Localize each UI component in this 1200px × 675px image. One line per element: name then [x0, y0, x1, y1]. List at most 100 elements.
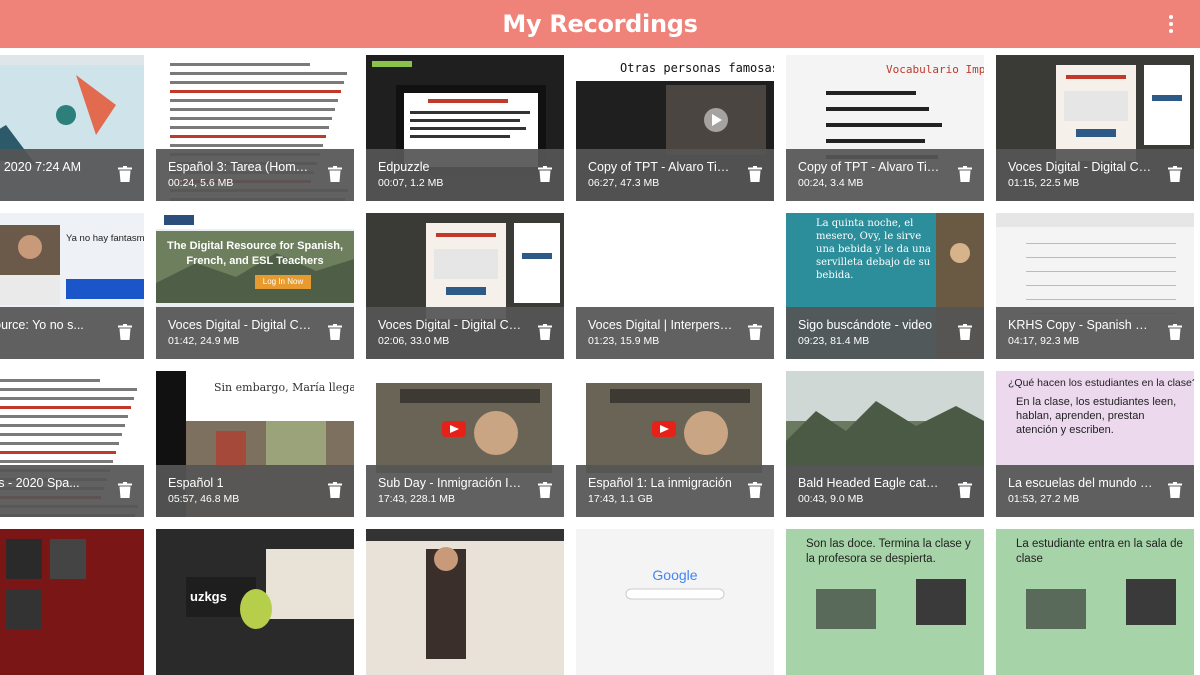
recording-info-bar: Voces Digital - Digital Curricu... 01:15,… — [996, 149, 1194, 201]
recording-card[interactable]: Ya no hay fantasmas en mi l - Resource: Y… — [0, 213, 144, 359]
recording-meta: 05:57, 46.8 MB — [168, 493, 240, 505]
trash-icon[interactable] — [748, 166, 762, 182]
recording-card[interactable]: Otras personas famosas Copy of TPT - Alva… — [576, 55, 774, 201]
recording-thumbnail: Son las doce. Termina la clase y la prof… — [786, 529, 984, 675]
trash-icon[interactable] — [958, 324, 972, 340]
recording-card[interactable]: La estudiante entra en la sala de clase — [996, 529, 1194, 675]
recording-card[interactable]: La quinta noche, el mesero, Ovy, le sirv… — [786, 213, 984, 359]
recording-info-bar: Copy of TPT - Alvaro Tiene ... 06:27, 47.… — [576, 149, 774, 201]
recording-meta: 00:07, 1.2 MB — [378, 177, 444, 189]
thumbnail-text: En la clase, los estudiantes leen, habla… — [1016, 396, 1177, 436]
recording-card[interactable]: Sin embargo, María llega al restaurante E… — [156, 371, 354, 517]
trash-icon[interactable] — [538, 482, 552, 498]
recording-card[interactable]: Edpuzzle 00:07, 1.2 MB — [366, 55, 564, 201]
recording-info-bar: Sub Day - Inmigración ICE E... 17:43, 228… — [366, 465, 564, 517]
thumbnail-text: Log In Now — [255, 275, 311, 289]
trash-icon[interactable] — [1168, 482, 1182, 498]
recording-meta: 00:43, 9.0 MB — [798, 493, 864, 505]
recording-title: Mar 14, 2020 7:24 AM — [0, 160, 81, 174]
recording-title: Voces Digital - Digital Curricu... — [168, 318, 314, 332]
thumbnail-text: La quinta noche, el mesero, Ovy, le sirv… — [816, 218, 931, 281]
trash-icon[interactable] — [328, 166, 342, 182]
recording-card[interactable]: Español 3: Tarea (Homework) 00:24, 5.6 MB — [156, 55, 354, 201]
recording-card[interactable]: Voces Digital | Interpersonal ... 01:23, … — [576, 213, 774, 359]
recording-title: Voces Digital - Digital Curricu... — [378, 318, 524, 332]
trash-icon[interactable] — [538, 324, 552, 340]
recording-title: Copy of TPT - Alvaro Tiene ... — [798, 160, 944, 174]
recordings-grid: Mar 14, 2020 7:24 AM1 MBEspañol 3: Tarea… — [0, 0, 1200, 675]
thumbnail-text: The Digital Resource for Spanish, French… — [166, 240, 344, 267]
recording-card[interactable] — [0, 529, 144, 675]
recording-meta: 01:53, 27.2 MB — [1008, 493, 1080, 505]
recording-info-bar: Español 1: La inmigración 17:43, 1.1 GB — [576, 465, 774, 517]
recording-card[interactable]: Google — [576, 529, 774, 675]
recording-info-bar: KRHS Copy - Spanish 3 - Un... 04:17, 92.3… — [996, 307, 1194, 359]
recording-title: Voces Digital | Interpersonal ... — [588, 318, 734, 332]
recording-info-bar: Español 1 05:57, 46.8 MB — [156, 465, 354, 517]
recording-card[interactable]: Voces Digital - Digital Curricu... 02:06,… — [366, 213, 564, 359]
recording-card[interactable]: Español 1: La inmigración 17:43, 1.1 GB — [576, 371, 774, 517]
recording-card[interactable] — [366, 529, 564, 675]
recording-meta: 00:24, 5.6 MB — [168, 177, 234, 189]
recording-info-bar: Mar 14, 2020 7:24 AM1 MB — [0, 149, 144, 201]
recording-card[interactable]: Voces Digital - Digital Curricu... 01:15,… — [996, 55, 1194, 201]
trash-icon[interactable] — [748, 482, 762, 498]
recording-info-bar: Cuentos - 2020 Spa...2 MB — [0, 465, 144, 517]
recording-info-bar: Sigo buscándote - video 09:23, 81.4 MB — [786, 307, 984, 359]
trash-icon[interactable] — [1168, 324, 1182, 340]
recording-card[interactable]: Sub Day - Inmigración ICE E... 17:43, 228… — [366, 371, 564, 517]
trash-icon[interactable] — [118, 324, 132, 340]
recording-title: Edpuzzle — [378, 160, 430, 174]
recording-meta: 01:23, 15.9 MB — [588, 335, 660, 347]
more-vert-icon[interactable] — [1164, 12, 1178, 36]
recording-meta: 17:43, 1.1 GB — [588, 493, 653, 505]
trash-icon[interactable] — [748, 324, 762, 340]
recording-card[interactable]: uzkgs — [156, 529, 354, 675]
recording-info-bar: Edpuzzle 00:07, 1.2 MB — [366, 149, 564, 201]
thumbnail-text: Sin embargo, María llega al restaurante — [214, 381, 354, 394]
recording-info-bar: Copy of TPT - Alvaro Tiene ... 00:24, 3.4… — [786, 149, 984, 201]
recording-title: Sub Day - Inmigración ICE E... — [378, 476, 524, 490]
recording-title: Español 1 — [168, 476, 224, 490]
trash-icon[interactable] — [118, 166, 132, 182]
recording-meta: 04:17, 92.3 MB — [1008, 335, 1080, 347]
recording-title: l - Resource: Yo no s... — [0, 318, 84, 332]
recording-meta: 09:23, 81.4 MB — [798, 335, 870, 347]
recording-card[interactable]: The Digital Resource for Spanish, French… — [156, 213, 354, 359]
trash-icon[interactable] — [328, 324, 342, 340]
thumbnail-text: Otras personas famosas — [576, 55, 774, 81]
thumbnail-text: uzkgs — [190, 589, 227, 604]
thumbnail-text: ¿Qué hacen los estudiantes en la clase? — [1008, 377, 1194, 389]
recording-title: Español 3: Tarea (Homework) — [168, 160, 314, 174]
recording-meta: 17:43, 228.1 MB — [378, 493, 456, 505]
recording-title: Cuentos - 2020 Spa... — [0, 476, 80, 490]
recording-meta: 02:06, 33.0 MB — [378, 335, 450, 347]
trash-icon[interactable] — [118, 482, 132, 498]
recording-card[interactable]: Bald Headed Eagle catches ... 00:43, 9.0 … — [786, 371, 984, 517]
recording-title: Voces Digital - Digital Curricu... — [1008, 160, 1154, 174]
recording-title: KRHS Copy - Spanish 3 - Un... — [1008, 318, 1154, 332]
recording-meta: 06:27, 47.3 MB — [588, 177, 660, 189]
recording-card[interactable]: KRHS Copy - Spanish 3 - Un... 04:17, 92.3… — [996, 213, 1194, 359]
recording-title: La escuelas del mundo - Jac... — [1008, 476, 1154, 490]
trash-icon[interactable] — [538, 166, 552, 182]
recording-info-bar: Voces Digital | Interpersonal ... 01:23, … — [576, 307, 774, 359]
recording-card[interactable]: Son las doce. Termina la clase y la prof… — [786, 529, 984, 675]
recording-card[interactable]: Vocabulario ImportanteCopy of TPT - Alva… — [786, 55, 984, 201]
recording-title: Copy of TPT - Alvaro Tiene ... — [588, 160, 734, 174]
recording-title: Bald Headed Eagle catches ... — [798, 476, 944, 490]
trash-icon[interactable] — [958, 482, 972, 498]
trash-icon[interactable] — [328, 482, 342, 498]
trash-icon[interactable] — [958, 166, 972, 182]
recording-card[interactable]: Cuentos - 2020 Spa...2 MB — [0, 371, 144, 517]
recording-meta: 00:24, 3.4 MB — [798, 177, 864, 189]
recording-card[interactable]: Mar 14, 2020 7:24 AM1 MB — [0, 55, 144, 201]
recording-thumbnail — [366, 529, 564, 675]
recording-thumbnail: Google — [576, 529, 774, 675]
recording-info-bar: La escuelas del mundo - Jac... 01:53, 27.… — [996, 465, 1194, 517]
recording-card[interactable]: ¿Qué hacen los estudiantes en la clase? E… — [996, 371, 1194, 517]
recording-info-bar: Bald Headed Eagle catches ... 00:43, 9.0 … — [786, 465, 984, 517]
trash-icon[interactable] — [1168, 166, 1182, 182]
recording-thumbnail: uzkgs — [156, 529, 354, 675]
recording-meta: 01:15, 22.5 MB — [1008, 177, 1080, 189]
